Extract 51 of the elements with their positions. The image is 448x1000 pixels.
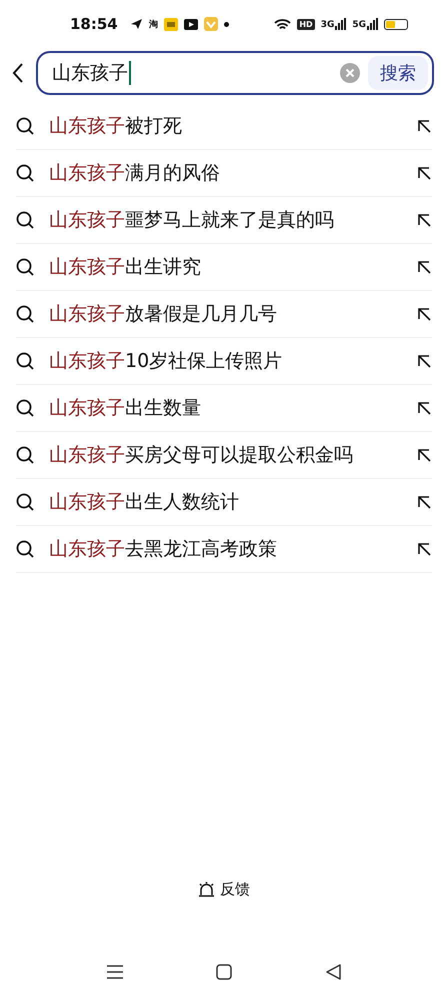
search-icon [16, 446, 35, 464]
square-icon[interactable] [216, 964, 232, 980]
signal-icon [367, 18, 378, 30]
suggestion-text[interactable]: 山东孩子出生数量 [49, 395, 403, 421]
app-notification-icon: 淘 [148, 18, 158, 30]
suggestion-text[interactable]: 山东孩子出生讲究 [49, 254, 403, 280]
battery-icon [384, 18, 408, 30]
fill-arrow-icon[interactable] [417, 448, 432, 462]
suggestion-text[interactable]: 山东孩子出生人数统计 [49, 489, 403, 515]
search-icon [16, 398, 35, 418]
fill-arrow-icon[interactable] [417, 166, 432, 180]
search-button[interactable]: 搜索 [368, 56, 428, 90]
feedback-link[interactable]: 反馈 [220, 880, 250, 898]
dot-icon [224, 22, 229, 26]
wifi-icon [274, 18, 292, 30]
signal-icon [335, 18, 346, 30]
suggestion-text[interactable]: 山东孩子满月的风俗 [49, 160, 403, 186]
suggestion-text[interactable]: 山东孩子噩梦马上就来了是真的吗 [49, 207, 403, 233]
play-icon [184, 18, 198, 30]
network-label: 3G [320, 20, 334, 30]
suggestion-text[interactable]: 山东孩子放暑假是几月几号 [49, 301, 403, 327]
menu-icon[interactable] [106, 965, 123, 979]
search-icon [16, 540, 35, 558]
back-icon[interactable] [12, 62, 24, 84]
fill-arrow-icon[interactable] [417, 542, 432, 556]
search-icon [16, 258, 35, 276]
network-label: 5G [352, 20, 366, 30]
status-time: 18:54 [70, 15, 118, 33]
fill-arrow-icon[interactable] [417, 306, 432, 322]
fill-arrow-icon[interactable] [417, 118, 432, 134]
fill-arrow-icon[interactable] [417, 400, 432, 416]
search-icon [16, 210, 35, 230]
fill-arrow-icon[interactable] [417, 212, 432, 228]
back-triangle-icon[interactable] [326, 964, 342, 980]
search-icon [16, 492, 35, 512]
suggestion-text[interactable]: 山东孩子10岁社保上传照片 [49, 348, 403, 374]
search-icon [16, 304, 35, 324]
search-field[interactable]: 山东孩子 搜索 [36, 51, 434, 95]
fill-arrow-icon[interactable] [417, 354, 432, 368]
send-icon [130, 18, 143, 30]
alarm-icon[interactable] [198, 881, 215, 897]
suggestion-text[interactable]: 山东孩子被打死 [49, 113, 403, 139]
search-icon [16, 164, 35, 182]
search-icon [16, 116, 35, 136]
fill-arrow-icon[interactable] [417, 260, 432, 274]
suggestion-text[interactable]: 山东孩子去黑龙江高考政策 [49, 536, 403, 562]
fill-arrow-icon[interactable] [417, 494, 432, 510]
hd-badge: HD [297, 18, 315, 30]
suggestion-text[interactable]: 山东孩子买房父母可以提取公积金吗 [49, 442, 403, 468]
app-notification-icon [164, 18, 178, 30]
search-icon [16, 352, 35, 370]
